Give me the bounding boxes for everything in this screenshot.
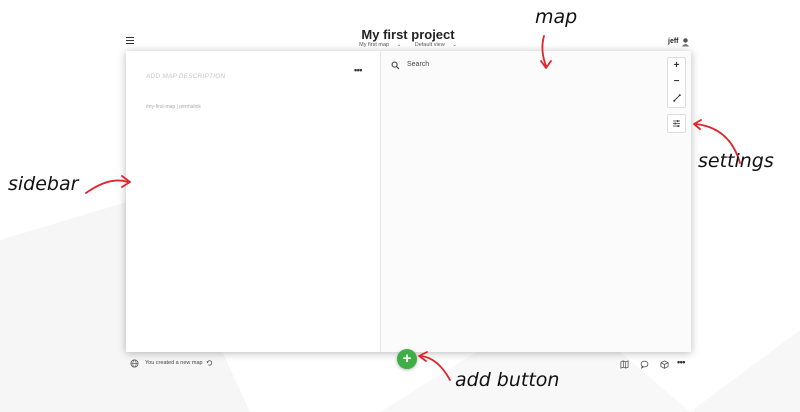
search-icon xyxy=(391,61,400,70)
add-button-annotation: add button xyxy=(455,369,560,391)
map-search[interactable]: Search xyxy=(391,60,591,72)
search-input[interactable]: Search xyxy=(407,61,429,68)
sliders-icon xyxy=(673,120,680,127)
activity-status: You created a new map xyxy=(145,360,203,366)
view-select-label: Default view xyxy=(414,42,445,48)
map-canvas[interactable]: Search + − xyxy=(381,51,691,352)
cube-icon[interactable] xyxy=(660,360,669,369)
view-select[interactable]: Default view ⌄ xyxy=(412,42,460,48)
user-name[interactable]: jeff xyxy=(668,38,679,45)
map-icon[interactable] xyxy=(620,360,629,369)
map-select-label: My first map xyxy=(359,42,390,48)
undo-icon[interactable] xyxy=(206,359,213,366)
footer-more-button[interactable]: ••• xyxy=(677,357,685,367)
permalink-link[interactable]: /my-first-map | permalink xyxy=(146,104,201,110)
map-select[interactable]: My first map ⌄ xyxy=(356,42,404,48)
sidebar-annotation: sidebar xyxy=(8,173,79,195)
chevron-down-icon: ⌄ xyxy=(452,42,457,48)
settings-annotation: settings xyxy=(698,150,774,172)
measure-button[interactable] xyxy=(668,90,685,106)
main-card: ADD MAP DESCRIPTION ••• /my-first-map | … xyxy=(126,51,691,352)
map-annotation: map xyxy=(535,6,578,28)
add-button[interactable]: + xyxy=(397,349,417,369)
globe-icon[interactable] xyxy=(130,359,139,368)
sidebar-panel: ADD MAP DESCRIPTION ••• /my-first-map | … xyxy=(126,51,381,352)
zoom-out-button[interactable]: − xyxy=(668,74,685,90)
map-description-input[interactable]: ADD MAP DESCRIPTION xyxy=(146,73,225,80)
avatar[interactable] xyxy=(681,37,690,47)
settings-button[interactable] xyxy=(667,114,686,133)
zoom-in-button[interactable]: + xyxy=(668,58,685,74)
zoom-controls: + − xyxy=(667,57,686,108)
page-title: My first project xyxy=(361,27,455,42)
sidebar-more-button[interactable]: ••• xyxy=(354,65,362,75)
ruler-icon xyxy=(672,94,681,102)
comment-icon[interactable] xyxy=(640,360,649,369)
project-subnav: My first map ⌄ Default view ⌄ xyxy=(0,42,800,48)
chevron-down-icon: ⌄ xyxy=(396,42,402,48)
